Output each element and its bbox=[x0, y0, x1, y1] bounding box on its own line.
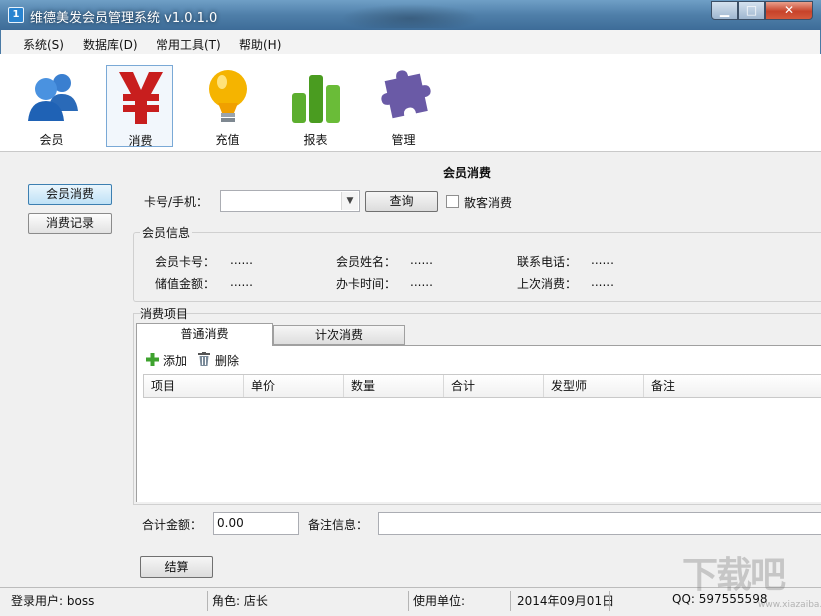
menu-system[interactable]: 系统(S) bbox=[23, 36, 64, 53]
toolbar-members-button[interactable]: 会员 bbox=[18, 65, 85, 147]
balance-label: 储值金额： bbox=[155, 277, 216, 291]
toolbar-report-button[interactable]: 报表 bbox=[282, 65, 349, 147]
card-combobox[interactable]: ▼ bbox=[220, 190, 360, 212]
status-unit: 使用单位: bbox=[413, 594, 466, 608]
add-icon[interactable] bbox=[146, 353, 159, 366]
window-title: 维德美发会员管理系统 v1.0.1.0 bbox=[30, 11, 218, 26]
menu-bar: 系统(S) 数据库(D) 常用工具(T) 帮助(H) bbox=[0, 30, 821, 54]
toolbar: 会员 消费 充值 报表 管理 bbox=[0, 54, 821, 152]
last-consume-label: 上次消费： bbox=[517, 277, 578, 291]
card-label: 卡号/手机： bbox=[144, 195, 209, 209]
toolbar-manage-label: 管理 bbox=[391, 133, 416, 147]
status-user: 登录用户: boss bbox=[11, 594, 95, 608]
menu-help[interactable]: 帮助(H) bbox=[239, 36, 281, 53]
menu-tools[interactable]: 常用工具(T) bbox=[156, 36, 221, 53]
toolbar-members-label: 会员 bbox=[39, 133, 64, 147]
remark-label: 备注信息： bbox=[308, 518, 369, 532]
member-info-legend: 会员信息 bbox=[140, 224, 193, 241]
member-info-group bbox=[133, 232, 821, 302]
toolbar-consume-button[interactable]: 消费 bbox=[106, 65, 173, 148]
app-icon: 1 bbox=[8, 7, 24, 23]
total-amount-field[interactable]: 0.00 bbox=[213, 512, 299, 535]
chevron-down-icon[interactable]: ▼ bbox=[341, 192, 358, 210]
add-button[interactable]: 添加 bbox=[163, 352, 187, 369]
query-button[interactable]: 查询 bbox=[365, 191, 438, 212]
tab-normal-consume[interactable]: 普通消费 bbox=[136, 323, 273, 346]
toolbar-consume-label: 消费 bbox=[128, 134, 153, 148]
page-title: 会员消费 bbox=[443, 166, 492, 180]
last-consume-value: ...... bbox=[591, 275, 614, 289]
column-header[interactable]: 单价 bbox=[244, 375, 344, 397]
card-no-value: ...... bbox=[230, 253, 253, 267]
trash-icon[interactable] bbox=[198, 352, 210, 366]
column-header[interactable]: 备注 bbox=[644, 375, 812, 397]
balance-value: ...... bbox=[230, 275, 253, 289]
toolbar-report-label: 报表 bbox=[303, 133, 328, 147]
name-value: ...... bbox=[410, 253, 433, 267]
column-header[interactable]: 发型师 bbox=[544, 375, 644, 397]
name-label: 会员姓名： bbox=[336, 255, 397, 269]
total-label: 合计金额： bbox=[142, 518, 203, 532]
yen-icon bbox=[119, 72, 163, 124]
card-no-label: 会员卡号： bbox=[155, 255, 216, 269]
bar-chart-icon bbox=[292, 75, 340, 123]
column-header[interactable]: 合计 bbox=[444, 375, 544, 397]
items-legend: 消费项目 bbox=[140, 307, 189, 321]
close-button[interactable]: ✕ bbox=[765, 1, 813, 20]
open-date-label: 办卡时间： bbox=[336, 277, 397, 291]
phone-value: ...... bbox=[591, 253, 614, 267]
member-consume-button[interactable]: 会员消费 bbox=[28, 184, 112, 205]
toolbar-manage-button[interactable]: 管理 bbox=[370, 65, 437, 147]
open-date-value: ...... bbox=[410, 275, 433, 289]
tab-count-consume[interactable]: 计次消费 bbox=[273, 325, 405, 345]
watermark-url: www.xiazaiba.com bbox=[758, 600, 821, 610]
toolbar-recharge-button[interactable]: 充值 bbox=[194, 65, 261, 147]
menu-database[interactable]: 数据库(D) bbox=[83, 36, 138, 53]
column-header[interactable]: 项目 bbox=[144, 375, 244, 397]
members-icon bbox=[28, 74, 78, 121]
settle-button[interactable]: 结算 bbox=[140, 556, 213, 578]
watermark: 下载吧 bbox=[682, 555, 786, 596]
consume-records-button[interactable]: 消费记录 bbox=[28, 213, 112, 234]
column-header[interactable]: 数量 bbox=[344, 375, 444, 397]
maximize-button[interactable]: □ bbox=[738, 1, 765, 20]
remark-field[interactable] bbox=[378, 512, 821, 535]
grid-header: 项目 单价 数量 合计 发型师 备注 bbox=[143, 374, 821, 398]
lightbulb-icon bbox=[209, 70, 247, 122]
walkin-checkbox[interactable] bbox=[446, 195, 459, 208]
status-date: 2014年09月01日 bbox=[517, 594, 615, 608]
minimize-button[interactable]: ▁ bbox=[711, 1, 738, 20]
status-role: 角色: 店长 bbox=[212, 594, 268, 608]
delete-button[interactable]: 删除 bbox=[215, 352, 239, 369]
phone-label: 联系电话： bbox=[517, 255, 578, 269]
walkin-label: 散客消费 bbox=[464, 196, 513, 210]
toolbar-recharge-label: 充值 bbox=[215, 133, 240, 147]
puzzle-icon bbox=[381, 70, 431, 119]
